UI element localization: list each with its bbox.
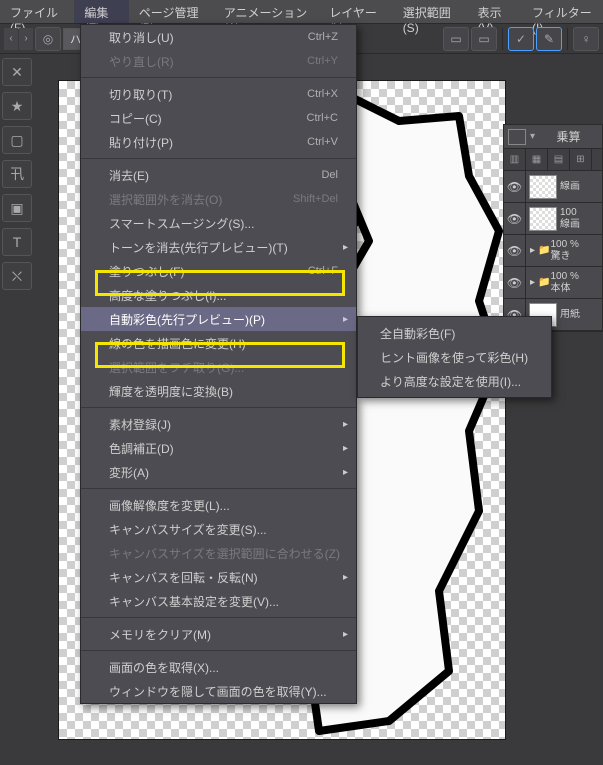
toolbar-check-icon[interactable]: ✓ (508, 27, 534, 51)
layer-opacity: 100 % (550, 271, 578, 283)
dropdown-icon[interactable]: ▾ (530, 131, 535, 142)
layer-ctrl-3[interactable]: ▤ (548, 149, 570, 170)
nav-next-icon[interactable]: › (19, 28, 33, 50)
layer-color-swatch[interactable] (508, 129, 526, 145)
layer-name: 線画 (560, 219, 580, 231)
visibility-icon[interactable]: 👁 (504, 171, 526, 202)
menu-clear-memory[interactable]: メモリをクリア(M) ▸ (81, 622, 356, 646)
submenu-arrow-icon: ▸ (343, 314, 348, 325)
tool-text-icon[interactable]: T (2, 228, 32, 256)
menu-get-color-hide-window[interactable]: ウィンドウを隠して画面の色を取得(Y)... (81, 679, 356, 703)
menu-file[interactable]: ファイル(F) (0, 0, 74, 23)
layer-row[interactable]: 👁 ▸📁 100 % 本体 (504, 267, 602, 299)
menu-auto-color[interactable]: 自動彩色(先行プレビュー)(P) ▸ (81, 307, 356, 331)
menu-view[interactable]: 表示(V) (468, 0, 522, 23)
menu-paste[interactable]: 貼り付け(P) Ctrl+V (81, 130, 356, 154)
menu-clear[interactable]: 消去(E) Del (81, 163, 356, 187)
left-toolbar: ✕ ★ ▢ 卂 ▣ T ⛌ (0, 54, 36, 294)
menu-tonal-correction[interactable]: 色調補正(D) ▸ (81, 436, 356, 460)
tool-star-icon[interactable]: ★ (2, 92, 32, 120)
toolbar-rect2-icon[interactable]: ▭ (471, 27, 497, 51)
layer-row[interactable]: 👁 ▸📁 100 % 驚き (504, 235, 602, 267)
folder-icon: 📁 (538, 277, 550, 288)
layer-ctrl-1[interactable]: ▥ (504, 149, 526, 170)
layer-name: 本体 (550, 283, 578, 295)
menu-smart-smoothing[interactable]: スマートスムージング(S)... (81, 211, 356, 235)
menu-copy[interactable]: コピー(C) Ctrl+C (81, 106, 356, 130)
tool-close-icon[interactable]: ✕ (2, 58, 32, 86)
nav-prev-icon[interactable]: ‹ (4, 28, 18, 50)
menu-transform[interactable]: 変形(A) ▸ (81, 460, 356, 484)
menu-rotate-flip-canvas[interactable]: キャンバスを回転・反転(N) ▸ (81, 565, 356, 589)
submenu-hint-image-color[interactable]: ヒント画像を使って彩色(H) (358, 345, 551, 369)
toolbar-spiral-icon[interactable]: ◎ (35, 27, 61, 51)
menu-remove-tones[interactable]: トーンを消去(先行プレビュー)(T) ▸ (81, 235, 356, 259)
layer-opacity: 100 (560, 207, 580, 219)
visibility-icon[interactable]: 👁 (504, 203, 526, 234)
menu-outline-selection: 選択範囲をフチ取り(G)... (81, 355, 356, 379)
menu-advanced-fill[interactable]: 高度な塗りつぶし(I)... (81, 283, 356, 307)
tool-box-icon[interactable]: ▣ (2, 194, 32, 222)
layer-row[interactable]: 👁 100 線画 (504, 203, 602, 235)
menu-fit-canvas-to-selection: キャンバスサイズを選択範囲に合わせる(Z) (81, 541, 356, 565)
layer-name: 驚き (550, 251, 578, 263)
menu-change-line-color[interactable]: 線の色を描画色に変更(H) (81, 331, 356, 355)
menu-layer[interactable]: レイヤー(L) (319, 0, 393, 23)
menu-page[interactable]: ページ管理(P) (129, 0, 214, 23)
layer-opacity: 100 % (550, 239, 578, 251)
menu-canvas-settings[interactable]: キャンバス基本設定を変更(V)... (81, 589, 356, 613)
menu-filter[interactable]: フィルター(I) (522, 0, 603, 23)
menu-fill[interactable]: 塗りつぶし(F) Ctrl+F (81, 259, 356, 283)
menu-brightness-to-opacity[interactable]: 輝度を透明度に変換(B) (81, 379, 356, 403)
menu-redo: やり直し(R) Ctrl+Y (81, 49, 356, 73)
blend-mode-select[interactable]: 乗算 (539, 128, 598, 145)
menu-get-screen-color[interactable]: 画面の色を取得(X)... (81, 655, 356, 679)
menu-change-resolution[interactable]: 画像解像度を変更(L)... (81, 493, 356, 517)
menu-edit[interactable]: 編集(E) (74, 0, 128, 23)
layer-row[interactable]: 👁 線画 (504, 171, 602, 203)
submenu-arrow-icon: ▸ (343, 629, 348, 640)
layer-name: 用紙 (560, 309, 580, 321)
submenu-arrow-icon: ▸ (343, 443, 348, 454)
submenu-arrow-icon: ▸ (343, 242, 348, 253)
menu-bar: ファイル(F) 編集(E) ページ管理(P) アニメーション(A) レイヤー(L… (0, 0, 603, 24)
submenu-full-auto-color[interactable]: 全自動彩色(F) (358, 321, 551, 345)
toolbar-rect-icon[interactable]: ▭ (443, 27, 469, 51)
menu-cut[interactable]: 切り取り(T) Ctrl+X (81, 82, 356, 106)
submenu-arrow-icon: ▸ (343, 572, 348, 583)
menu-clear-outside: 選択範囲外を消去(O) Shift+Del (81, 187, 356, 211)
tool-square-icon[interactable]: ▢ (2, 126, 32, 154)
menu-selection[interactable]: 選択範囲(S) (393, 0, 468, 23)
toolbar-pen-icon[interactable]: ✎ (536, 27, 562, 51)
layer-ctrl-4[interactable]: ⊞ (570, 149, 592, 170)
tool-pose-icon[interactable]: ⛌ (2, 262, 32, 290)
toolbar-person-icon[interactable]: ♀ (573, 27, 599, 51)
chevron-right-icon[interactable]: ▸ (530, 245, 535, 256)
menu-change-canvas-size[interactable]: キャンバスサイズを変更(S)... (81, 517, 356, 541)
menu-undo[interactable]: 取り消し(U) Ctrl+Z (81, 25, 356, 49)
visibility-icon[interactable]: 👁 (504, 235, 526, 266)
layers-panel: ▾ 乗算 ▥ ▦ ▤ ⊞ 👁 線画 👁 100 線画 👁 ▸📁 100 % 驚き… (503, 124, 603, 332)
submenu-arrow-icon: ▸ (343, 419, 348, 430)
auto-color-submenu: 全自動彩色(F) ヒント画像を使って彩色(H) より高度な設定を使用(I)... (357, 316, 552, 398)
tool-person-icon[interactable]: 卂 (2, 160, 32, 188)
visibility-icon[interactable]: 👁 (504, 267, 526, 298)
layer-ctrl-2[interactable]: ▦ (526, 149, 548, 170)
menu-register-material[interactable]: 素材登録(J) ▸ (81, 412, 356, 436)
edit-dropdown-menu: 取り消し(U) Ctrl+Z やり直し(R) Ctrl+Y 切り取り(T) Ct… (80, 24, 357, 704)
layer-thumbnail (529, 207, 557, 231)
folder-icon: 📁 (538, 245, 550, 256)
submenu-arrow-icon: ▸ (343, 467, 348, 478)
layer-name: 線画 (560, 181, 580, 193)
menu-animation[interactable]: アニメーション(A) (214, 0, 319, 23)
submenu-advanced-settings[interactable]: より高度な設定を使用(I)... (358, 369, 551, 393)
layer-thumbnail (529, 175, 557, 199)
chevron-right-icon[interactable]: ▸ (530, 277, 535, 288)
